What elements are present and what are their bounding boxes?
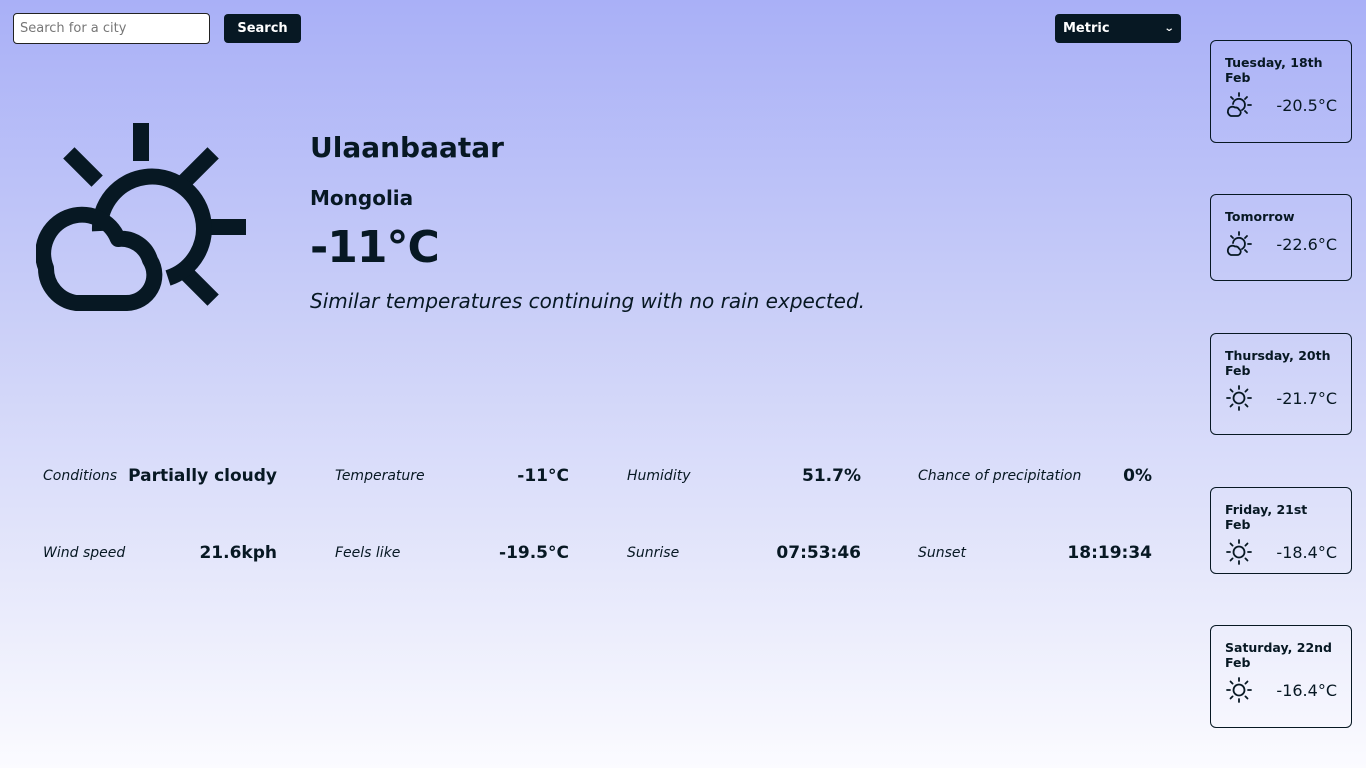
forecast-temp: -20.5°C: [1276, 95, 1337, 115]
forecast-temp: -22.6°C: [1276, 234, 1337, 254]
chevron-down-icon: ⌄: [1163, 23, 1175, 34]
forecast-day: Tomorrow: [1225, 209, 1295, 224]
stat-sunset: Sunset 18:19:34: [918, 543, 1152, 563]
forecast-temp: -21.7°C: [1276, 388, 1337, 408]
sun-icon: [1226, 539, 1252, 565]
stat-feels-like: Feels like -19.5°C: [335, 543, 569, 563]
forecast-card[interactable]: Thursday, 20th Feb -21.7°C: [1210, 333, 1352, 435]
forecast-card[interactable]: Saturday, 22nd Feb -16.4°C: [1210, 625, 1352, 728]
forecast-day: Friday, 21st Feb: [1225, 502, 1308, 532]
sun-icon: [1226, 385, 1252, 411]
stat-value: 0%: [1123, 466, 1152, 486]
stat-value: 21.6kph: [199, 543, 277, 563]
stat-precipitation: Chance of precipitation 0%: [918, 466, 1152, 486]
stat-sunrise: Sunrise 07:53:46: [627, 543, 861, 563]
stat-value: 18:19:34: [1067, 543, 1152, 563]
stat-humidity: Humidity 51.7%: [627, 466, 861, 486]
search-button[interactable]: Search: [224, 14, 301, 43]
forecast-card[interactable]: Tomorrow -22.6°C: [1210, 194, 1352, 281]
forecast-temp: -16.4°C: [1276, 680, 1337, 700]
stat-conditions: Conditions Partially cloudy: [43, 466, 277, 486]
current-temperature: -11°C: [310, 222, 440, 273]
stat-label: Sunset: [918, 545, 967, 561]
stat-value: 51.7%: [802, 466, 861, 486]
city-name: Ulaanbaatar: [310, 131, 504, 164]
partly-cloudy-day-icon: [36, 123, 246, 312]
forecast-day: Thursday, 20th Feb: [1225, 348, 1331, 378]
stat-label: Temperature: [335, 468, 425, 484]
country-name: Mongolia: [310, 186, 414, 210]
stat-wind-speed: Wind speed 21.6kph: [43, 543, 277, 563]
unit-select-value: Metric: [1063, 21, 1110, 36]
stat-label: Feels like: [335, 545, 401, 561]
partly-cloudy-day-icon: [1226, 92, 1252, 117]
stat-label: Humidity: [627, 468, 691, 484]
unit-select[interactable]: Metric ⌄: [1055, 14, 1181, 43]
forecast-card[interactable]: Friday, 21st Feb -18.4°C: [1210, 487, 1352, 574]
weather-description: Similar temperatures continuing with no …: [310, 289, 866, 313]
stat-value: -11°C: [517, 466, 569, 486]
stat-label: Wind speed: [43, 545, 126, 561]
stat-value: Partially cloudy: [128, 466, 277, 486]
stat-label: Chance of precipitation: [918, 468, 1082, 484]
forecast-day: Tuesday, 18th Feb: [1225, 55, 1323, 85]
stat-value: 07:53:46: [776, 543, 861, 563]
stat-label: Conditions: [43, 468, 118, 484]
sun-icon: [1226, 677, 1252, 703]
search-input[interactable]: [13, 13, 210, 44]
forecast-temp: -18.4°C: [1276, 542, 1337, 562]
forecast-card[interactable]: Tuesday, 18th Feb -20.5°C: [1210, 40, 1352, 143]
stat-temperature: Temperature -11°C: [335, 466, 569, 486]
forecast-day: Saturday, 22nd Feb: [1225, 640, 1332, 670]
partly-cloudy-day-icon: [1226, 231, 1252, 256]
stat-value: -19.5°C: [499, 543, 569, 563]
stat-label: Sunrise: [627, 545, 680, 561]
